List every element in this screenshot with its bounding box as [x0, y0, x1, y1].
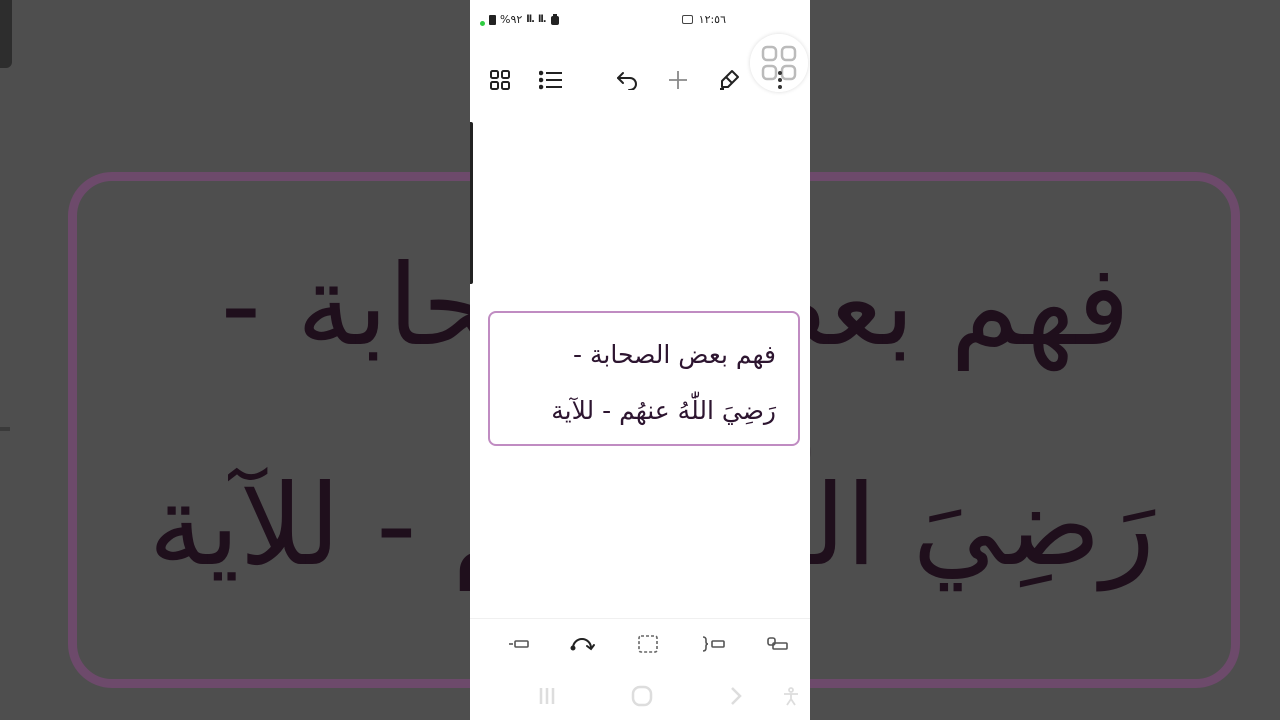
active-dot-icon [480, 21, 485, 26]
battery-level: %٩٢ [500, 13, 523, 26]
home-icon [631, 685, 653, 707]
status-bar: %٩٢ ll. ll. ١٢:٥٦ [470, 0, 810, 40]
background-mark [0, 427, 10, 431]
note-line-2: رَضِيَ اللّٰهُ عنهُم - للآية [551, 396, 776, 425]
list-icon [539, 70, 562, 90]
signal-1-icon: ll. [526, 14, 535, 25]
more-icon[interactable] [777, 70, 783, 90]
navigation-bar [470, 672, 810, 720]
back-button[interactable] [721, 682, 751, 710]
accessibility-button[interactable] [776, 682, 806, 710]
text-box-button[interactable] [504, 631, 534, 657]
shape-icon [767, 637, 788, 650]
grid-view-button[interactable] [480, 60, 520, 100]
back-icon [731, 687, 742, 705]
background-corner [0, 0, 12, 68]
pen-icon [720, 70, 739, 90]
pen-button[interactable] [709, 60, 749, 100]
list-view-button[interactable] [531, 60, 571, 100]
add-button[interactable] [658, 60, 698, 100]
recents-button[interactable] [532, 682, 562, 710]
shape-button[interactable] [763, 631, 793, 657]
grid-icon [490, 70, 510, 90]
clock: ١٢:٥٦ [698, 13, 726, 26]
alarm-icon [550, 14, 559, 25]
edge-panel-handle[interactable] [470, 122, 473, 284]
phone-screen: %٩٢ ll. ll. ١٢:٥٦ فهم بعض الصحابة - رَضِ… [470, 0, 810, 720]
status-right: ١٢:٥٦ [681, 13, 726, 26]
recents-icon [539, 688, 555, 704]
battery-icon [489, 14, 496, 25]
screen-record-icon [681, 15, 693, 24]
bracket-button[interactable] [698, 631, 728, 657]
bottom-toolbar [470, 618, 810, 669]
redo-curve-icon [570, 638, 595, 651]
note-card[interactable]: فهم بعض الصحابة - رَضِيَ اللّٰهُ عنهُم -… [488, 311, 800, 446]
text-box-icon [509, 640, 529, 648]
home-button[interactable] [627, 682, 657, 710]
accessibility-icon [784, 687, 798, 706]
redo-curve-button[interactable] [568, 631, 598, 657]
undo-icon [617, 72, 637, 90]
add-icon [669, 71, 687, 89]
note-line-1: فهم بعض الصحابة - [573, 340, 776, 369]
bracket-icon [702, 636, 725, 652]
selection-button[interactable] [633, 631, 663, 657]
status-left: %٩٢ ll. ll. [480, 13, 560, 26]
signal-2-icon: ll. [537, 14, 547, 25]
undo-button[interactable] [607, 60, 647, 100]
selection-icon [638, 635, 658, 653]
